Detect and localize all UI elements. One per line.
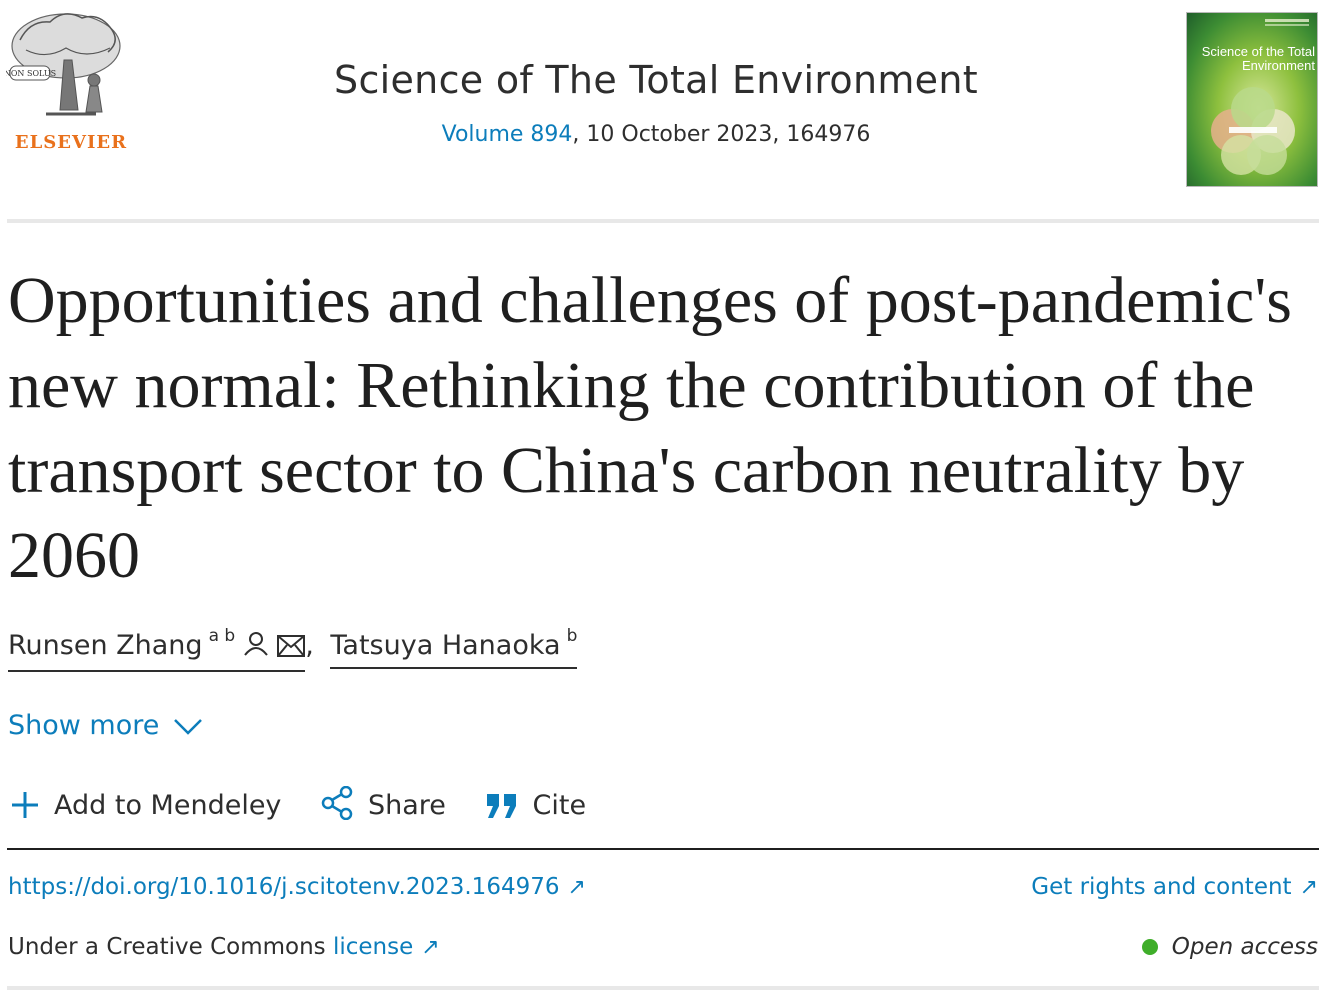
elsevier-wordmark: ELSEVIER [14, 132, 128, 153]
add-to-mendeley-button[interactable]: Add to Mendeley [10, 790, 281, 821]
cite-label: Cite [532, 790, 587, 821]
license-info: Under a Creative Commons license ↗ [8, 934, 440, 960]
volume-link[interactable]: Volume 894 [442, 122, 573, 147]
external-link-icon: ↗ [1299, 875, 1318, 900]
motto-text: NON SOLUS [6, 69, 56, 78]
quote-icon [486, 794, 516, 818]
elsevier-tree-logo[interactable]: NON SOLUS ELSEVIER [4, 10, 126, 153]
journal-header: NON SOLUS ELSEVIER Science of The Total … [0, 0, 1334, 220]
cover-journal-title: Science of the Total Environment [1201, 44, 1315, 73]
person-icon [243, 631, 269, 664]
doi-link[interactable]: https://doi.org/10.1016/j.scitotenv.2023… [8, 874, 586, 900]
article-title: Opportunities and challenges of post-pan… [8, 264, 1292, 592]
issue-info: Volume 894, 10 October 2023, 164976 [250, 122, 1062, 147]
author-affiliations: b [566, 626, 578, 646]
author-link[interactable]: Tatsuya Hanaoka b [330, 626, 578, 669]
license-link-text: license [332, 934, 414, 960]
open-access-badge: Open access [1141, 934, 1318, 960]
rights-text: Get rights and content [1031, 874, 1292, 900]
author-separator: , [305, 630, 314, 661]
open-access-label: Open access [1171, 934, 1318, 960]
open-access-dot-icon [1141, 939, 1158, 955]
show-more-label: Show more [8, 710, 160, 741]
doi-text: https://doi.org/10.1016/j.scitotenv.2023… [8, 874, 560, 900]
journal-title[interactable]: Science of The Total Environment [250, 58, 1062, 102]
author-name: Runsen Zhang [8, 630, 203, 661]
external-link-icon: ↗ [421, 935, 440, 960]
external-link-icon: ↗ [567, 875, 586, 900]
share-icon [321, 785, 353, 821]
author-list: Runsen Zhang a b, Tatsuya Hanaoka b [8, 626, 578, 672]
issue-date-page: , 10 October 2023, 164976 [572, 122, 871, 147]
license-link[interactable]: license ↗ [333, 934, 440, 960]
rights-link[interactable]: Get rights and content ↗ [1031, 874, 1318, 900]
cite-button[interactable]: Cite [485, 790, 587, 821]
email-icon[interactable] [277, 633, 306, 664]
author-affiliations: a b [208, 626, 236, 646]
author-name: Tatsuya Hanaoka [330, 630, 561, 661]
actions-divider [7, 848, 1319, 850]
article-actions: Add to Mendeley Share Cite [10, 785, 616, 821]
author-link[interactable]: Runsen Zhang a b [8, 626, 306, 672]
footer-divider [7, 986, 1319, 990]
journal-cover-image[interactable]: Science of the Total Environment [1186, 12, 1318, 187]
license-prefix: Under a Creative Commons [8, 934, 333, 960]
share-button[interactable]: Share [320, 785, 446, 821]
share-label: Share [368, 790, 446, 821]
chevron-down-icon [174, 719, 203, 735]
header-divider [7, 219, 1319, 223]
plus-icon [12, 792, 38, 818]
mendeley-label: Add to Mendeley [54, 790, 282, 821]
show-more-button[interactable]: Show more [8, 710, 203, 741]
